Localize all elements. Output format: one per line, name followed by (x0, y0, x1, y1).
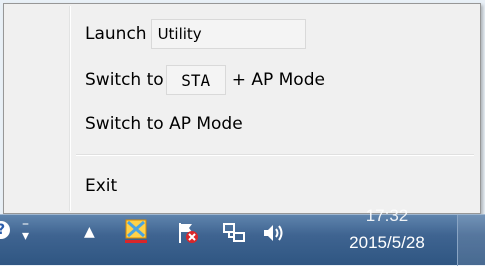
wireless-utility-tray-icon[interactable] (125, 219, 147, 243)
network-icon[interactable] (222, 221, 246, 245)
mode-name-box: STA (165, 65, 226, 95)
system-clock[interactable]: 17:32 2015/5/28 (322, 206, 452, 266)
action-center-flag-icon[interactable] (176, 221, 200, 245)
utility-name-box: Utility (150, 19, 306, 49)
menu-item-label-suffix: + AP Mode (231, 70, 325, 90)
menu-item-switch-sta-ap-mode[interactable]: Switch to STA + AP Mode (70, 64, 476, 96)
clock-date: 2015/5/28 (349, 233, 425, 252)
clock-time: 17:32 (365, 206, 409, 225)
menu-item-launch-utility[interactable]: Launch Utility (70, 18, 476, 50)
taskbar: ? – ▾ ▲ 17:32 2015/5/ (0, 206, 485, 266)
context-menu: Launch Utility Switch to STA + AP Mode S… (3, 3, 481, 214)
menu-item-label: Switch to (85, 70, 164, 90)
menu-item-label: Exit (85, 176, 118, 196)
menu-item-switch-ap-mode[interactable]: Switch to AP Mode (70, 108, 476, 140)
help-icon[interactable]: ? (0, 221, 10, 239)
chevron-down-icon[interactable]: ▾ (22, 229, 29, 243)
menu-item-exit[interactable]: Exit (70, 170, 476, 202)
show-desktop-button[interactable] (457, 215, 485, 266)
show-hidden-icons-icon[interactable]: ▲ (84, 225, 95, 239)
menu-item-label: Switch to AP Mode (85, 114, 243, 134)
menu-item-label: Launch (85, 24, 147, 44)
volume-icon[interactable] (262, 221, 288, 245)
menu-separator (76, 154, 474, 156)
